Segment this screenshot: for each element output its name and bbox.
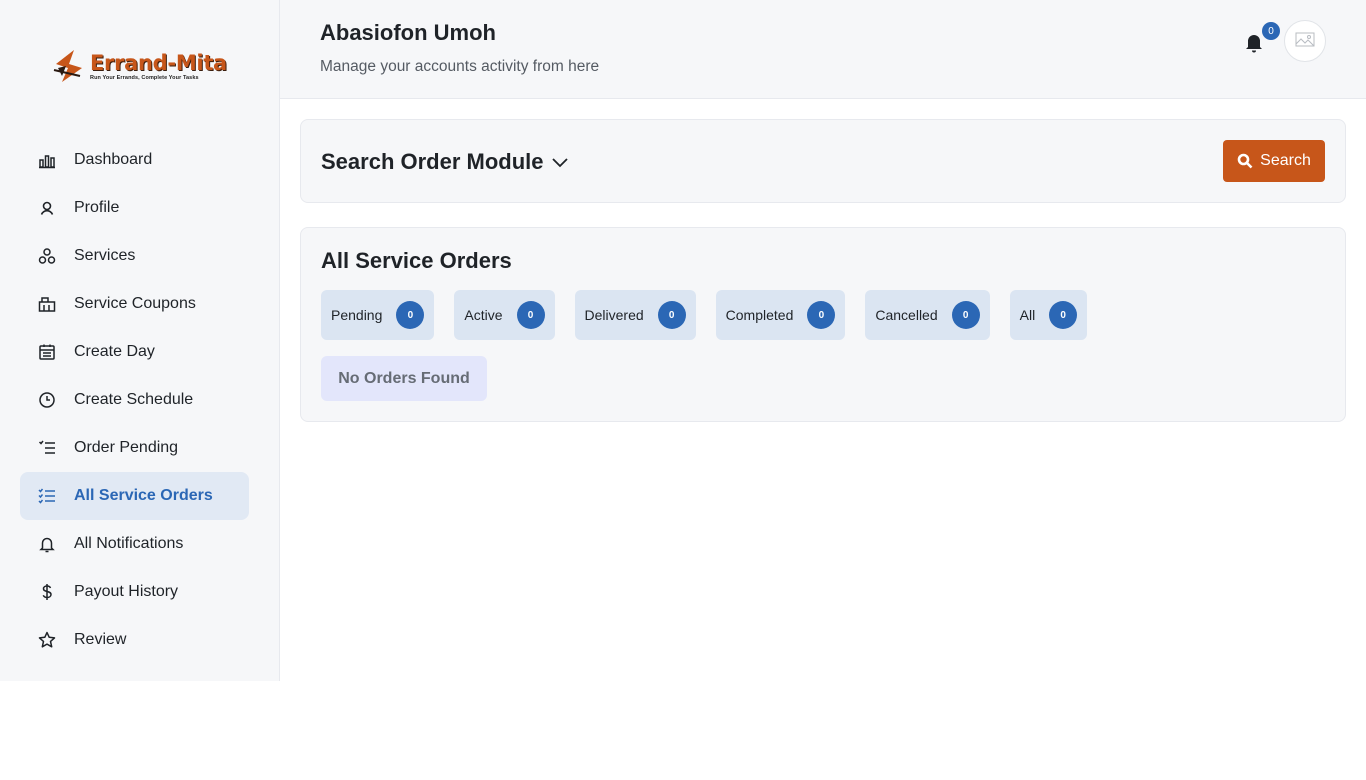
- checklist-icon: [38, 439, 56, 457]
- bell-icon: [38, 535, 56, 553]
- tab-all[interactable]: All 0: [1009, 290, 1088, 340]
- sidebar-item-order-pending[interactable]: Order Pending: [20, 424, 249, 472]
- sidebar-item-label: Order Pending: [74, 439, 179, 456]
- sidebar: Errand-Mita Run Your Errands, Complete Y…: [0, 0, 280, 681]
- page-header: Abasiofon Umoh Manage your accounts acti…: [280, 0, 1366, 99]
- tab-delivered[interactable]: Delivered 0: [574, 290, 696, 340]
- tab-count-badge: 0: [516, 301, 545, 329]
- sidebar-item-all-service-orders[interactable]: All Service Orders: [20, 472, 249, 520]
- empty-state-message: No Orders Found: [321, 356, 487, 401]
- brand-logo[interactable]: Errand-Mita Run Your Errands, Complete Y…: [52, 44, 232, 88]
- page-subtitle: Manage your accounts activity from here: [320, 58, 600, 75]
- calendar-icon: [38, 343, 56, 361]
- sidebar-item-label: All Service Orders: [74, 487, 213, 504]
- search-order-toggle[interactable]: Search Order Module: [321, 149, 570, 175]
- tab-count-badge: 0: [807, 301, 836, 329]
- tab-count-badge: 0: [396, 301, 425, 329]
- sidebar-item-label: Review: [74, 631, 127, 648]
- tab-count-badge: 0: [657, 301, 686, 329]
- logo-text: Errand-Mita Run Your Errands, Complete Y…: [90, 52, 227, 81]
- sidebar-item-payout-history[interactable]: Payout History: [20, 568, 249, 616]
- coupon-icon: [38, 295, 56, 313]
- avatar[interactable]: [1284, 20, 1326, 62]
- dollar-icon: [38, 583, 56, 601]
- sidebar-item-all-notifications[interactable]: All Notifications: [20, 520, 249, 568]
- tab-label: Cancelled: [875, 307, 938, 323]
- sidebar-item-label: Dashboard: [74, 151, 153, 168]
- search-order-card: Search Order Module Search: [300, 119, 1346, 203]
- sidebar-item-label: Create Day: [74, 343, 155, 360]
- sidebar-item-create-day[interactable]: Create Day: [20, 328, 249, 376]
- tab-count-badge: 0: [1049, 301, 1078, 329]
- sidebar-item-label: Profile: [74, 199, 120, 216]
- sidebar-item-label: Payout History: [74, 583, 179, 600]
- tab-label: Active: [464, 307, 503, 323]
- sidebar-item-dashboard[interactable]: Dashboard: [20, 136, 249, 184]
- list-check-icon: [38, 487, 56, 505]
- bar-chart-icon: [38, 151, 56, 169]
- services-icon: [38, 247, 56, 265]
- star-icon: [38, 631, 56, 649]
- user-icon: [38, 199, 56, 217]
- clock-icon: [38, 391, 56, 409]
- sidebar-nav: Dashboard Profile Services Service Coupo…: [20, 136, 249, 664]
- tab-active[interactable]: Active 0: [454, 290, 555, 340]
- tab-cancelled[interactable]: Cancelled 0: [865, 290, 990, 340]
- all-service-orders-card: All Service Orders Pending 0 Active 0 De…: [300, 227, 1346, 422]
- logo-tagline: Run Your Errands, Complete Your Tasks: [90, 74, 199, 81]
- sidebar-item-profile[interactable]: Profile: [20, 184, 249, 232]
- search-button-label: Search: [1260, 152, 1311, 169]
- sidebar-item-label: Create Schedule: [74, 391, 194, 408]
- logo-title: Errand-Mita: [90, 50, 227, 75]
- sidebar-item-review[interactable]: Review: [20, 616, 249, 664]
- order-status-tabs: Pending 0 Active 0 Delivered 0 Completed…: [321, 290, 1107, 340]
- sidebar-item-label: All Notifications: [74, 535, 184, 552]
- tab-completed[interactable]: Completed 0: [715, 290, 846, 340]
- tab-label: Pending: [331, 307, 383, 323]
- sidebar-item-create-schedule[interactable]: Create Schedule: [20, 376, 249, 424]
- tab-label: Completed: [725, 307, 794, 323]
- tab-count-badge: 0: [951, 301, 980, 329]
- sidebar-item-label: Services: [74, 247, 136, 264]
- search-order-title: Search Order Module: [321, 149, 544, 174]
- tab-label: All: [1019, 307, 1036, 323]
- tab-label: Delivered: [584, 307, 644, 323]
- sidebar-item-service-coupons[interactable]: Service Coupons: [20, 280, 249, 328]
- chevron-down-icon: [551, 158, 568, 168]
- sidebar-item-services[interactable]: Services: [20, 232, 249, 280]
- search-button[interactable]: Search: [1223, 140, 1325, 182]
- orders-title: All Service Orders: [321, 248, 512, 273]
- search-icon: [1237, 153, 1253, 169]
- page-title: Abasiofon Umoh: [320, 20, 496, 45]
- image-placeholder-icon: [1295, 32, 1315, 47]
- tab-pending[interactable]: Pending 0: [321, 290, 435, 340]
- notification-badge: 0: [1262, 22, 1280, 40]
- sidebar-item-label: Service Coupons: [74, 295, 196, 312]
- logo-mark-icon: [52, 46, 90, 86]
